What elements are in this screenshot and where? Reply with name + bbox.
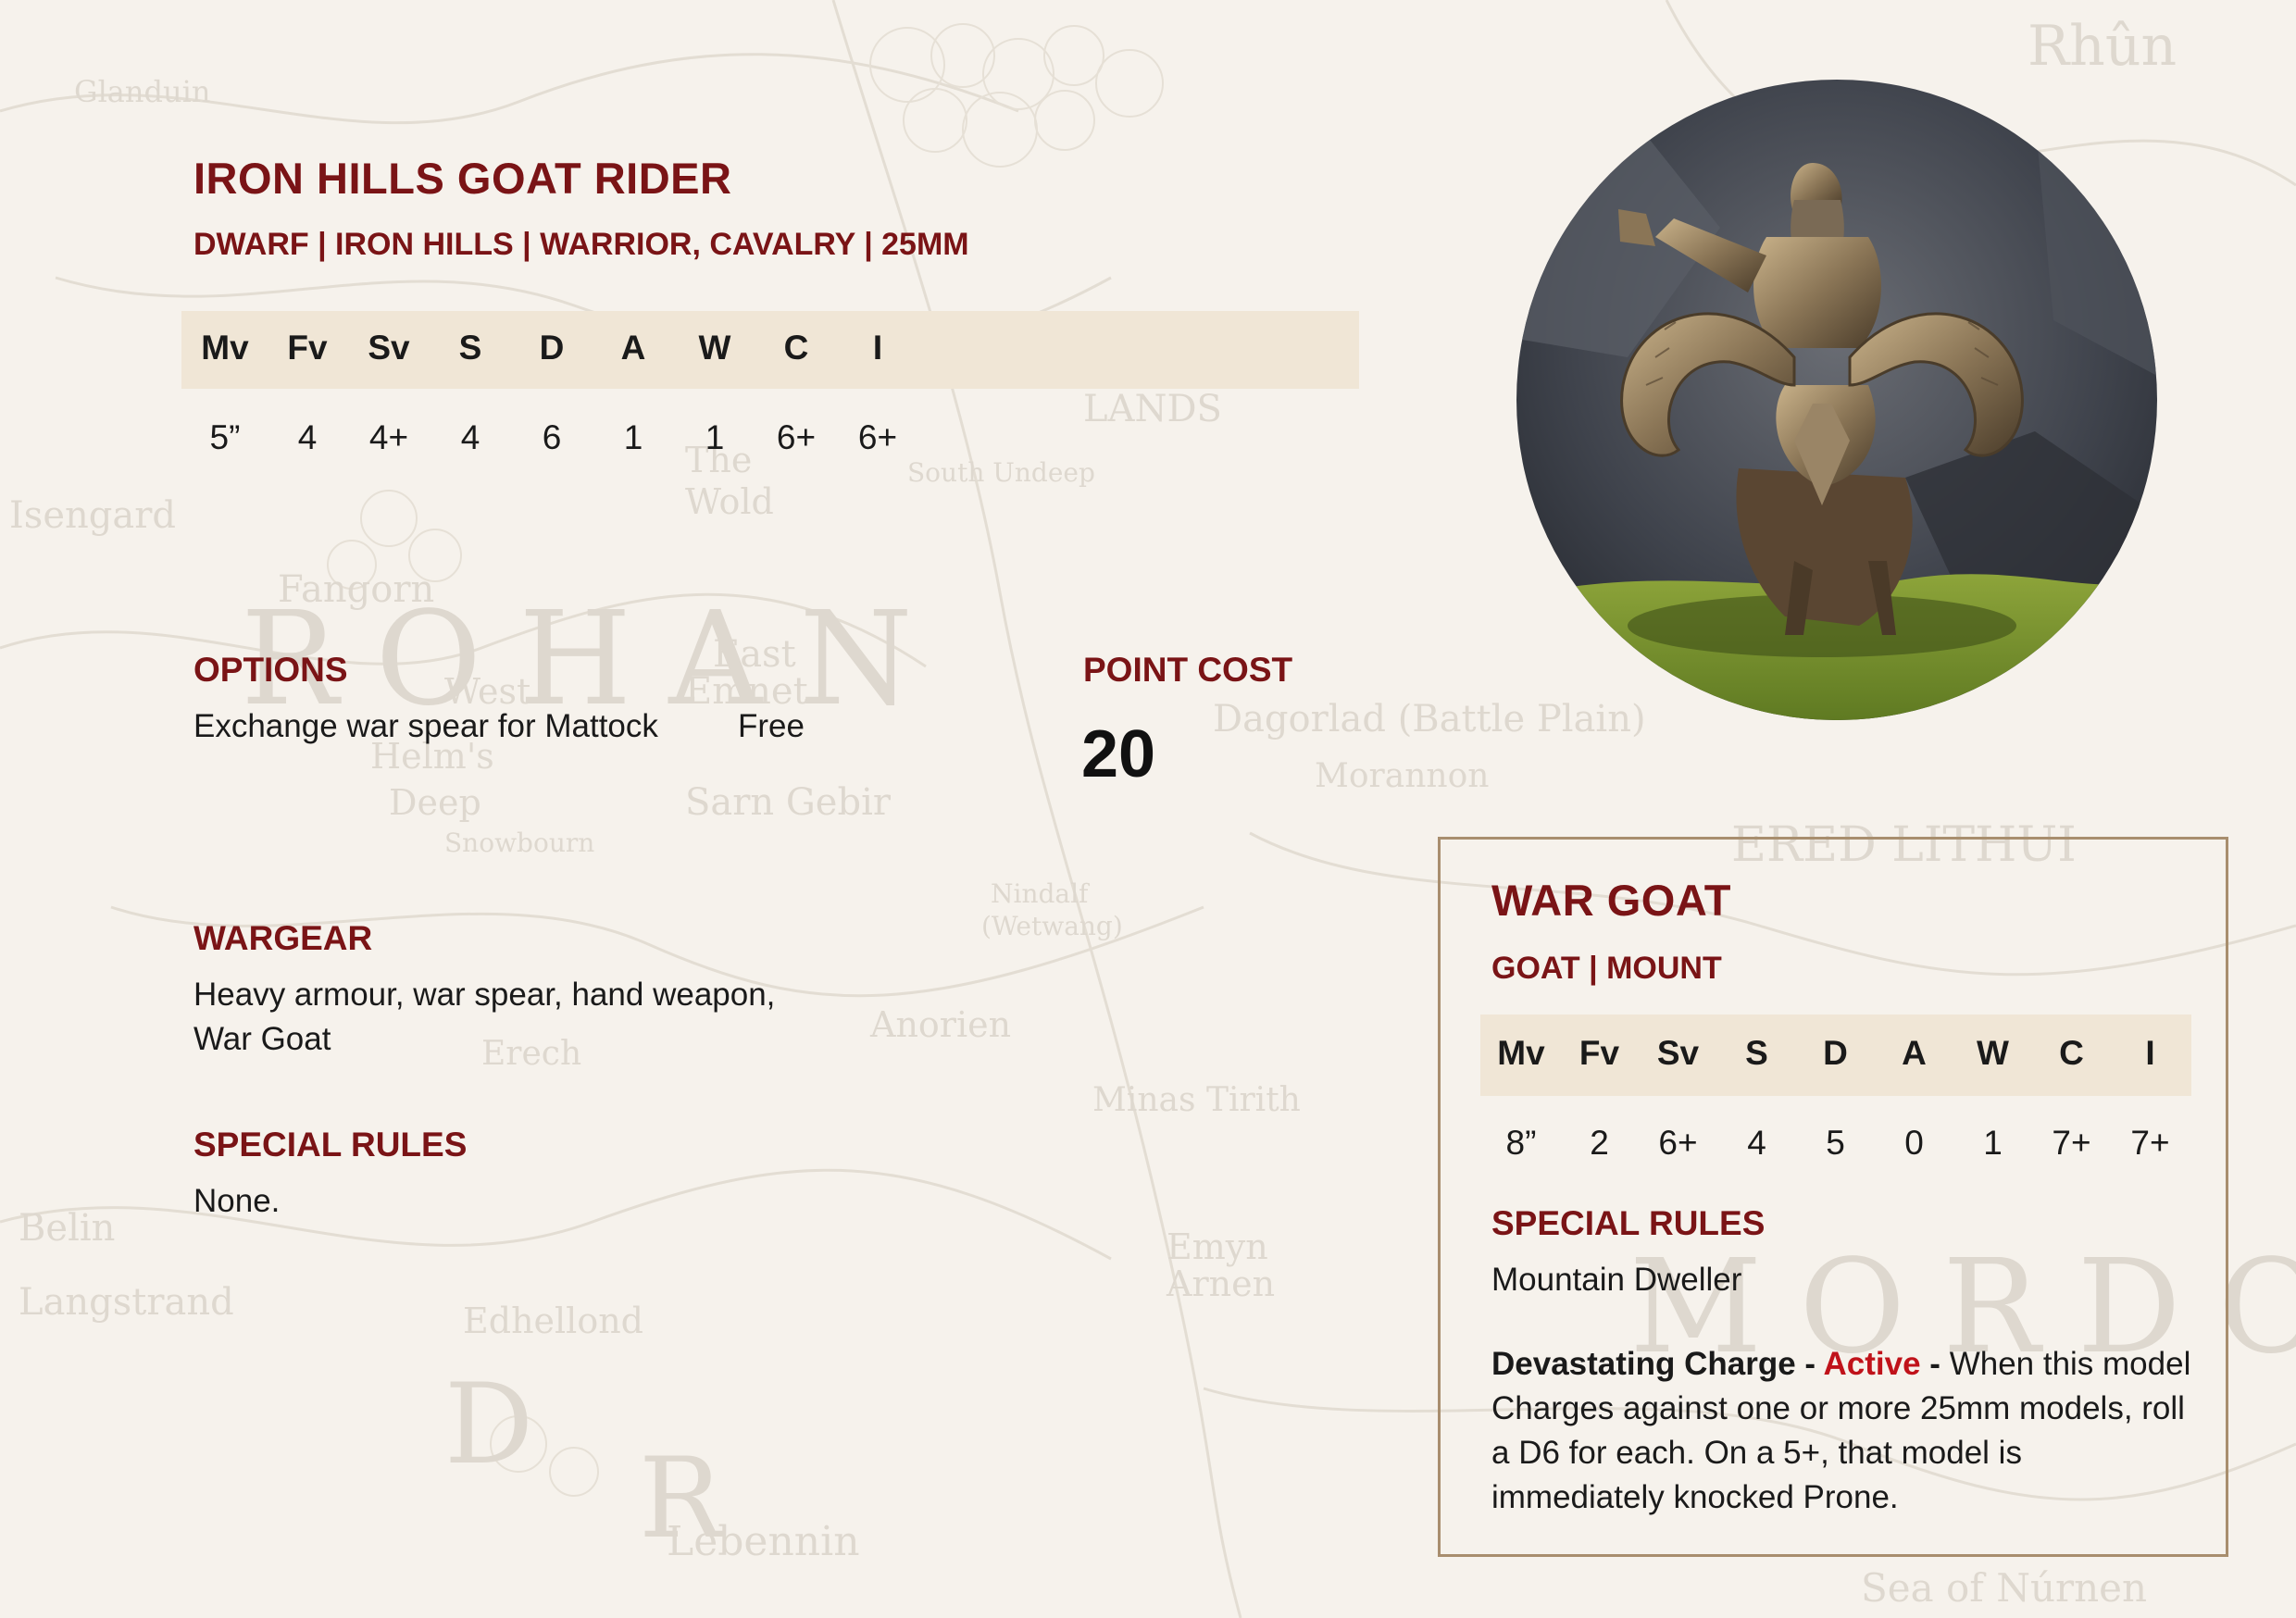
unit-stat-values: 5” 4 4+ 4 6 1 1 6+ 6+ [183,418,918,457]
svg-text:Rhûn: Rhûn [2028,14,2177,79]
svg-text:Sea of Núrnen: Sea of Núrnen [1861,1565,2147,1611]
stat-header: C [2059,1034,2084,1072]
rule-separator: - [1920,1346,1950,1382]
special-rules-text: None. [193,1183,281,1219]
stat-value: 0 [1904,1124,1924,1162]
svg-text:R: R [639,1435,726,1563]
wargear-line-1: Heavy armour, war spear, hand weapon, [193,977,776,1013]
mount-name: WAR GOAT [1491,876,1731,925]
svg-text:South Undeep: South Undeep [907,457,1095,488]
stat-header: D [1823,1034,1848,1072]
wargear-line-2: War Goat [193,1021,331,1057]
stat-header: A [1902,1034,1927,1072]
stat-header: D [539,329,565,367]
stat-value: 7+ [2052,1124,2091,1162]
stat-header: C [783,329,809,367]
svg-text:Belin: Belin [19,1207,115,1250]
stat-value: 4 [460,418,480,456]
stat-header: Fv [1578,1034,1620,1072]
svg-text:Dagorlad (Battle Plain): Dagorlad (Battle Plain) [1213,698,1646,741]
svg-text:D: D [444,1361,533,1489]
stat-value: 4 [1747,1124,1766,1162]
stat-header: W [1977,1034,2009,1072]
stat-header: I [872,329,883,367]
unit-stat-headers: Mv Fv Sv S D A W C I [183,329,918,367]
option-item: Exchange war spear for Mattock [193,704,658,749]
stat-value: 4+ [368,418,409,456]
mount-rule-mountain-dweller: Mountain Dweller [1491,1262,1742,1298]
stat-value: 2 [1590,1124,1609,1162]
stat-value: 1 [705,418,725,456]
option-text: Exchange war spear for Mattock [193,708,658,744]
stat-value: 5 [1826,1124,1845,1162]
stat-header: W [698,329,731,367]
svg-text:Erech: Erech [481,1035,581,1073]
unit-name: IRON HILLS GOAT RIDER [193,154,732,203]
svg-text:Minas Tirith: Minas Tirith [1092,1081,1301,1119]
svg-text:(Wetwang): (Wetwang) [981,911,1123,941]
unit-keywords: DWARF | IRON HILLS | WARRIOR, CAVALRY | … [193,227,969,262]
stat-value: 4 [297,418,318,456]
svg-text:Edhellond: Edhellond [463,1301,643,1341]
stat-header: Mv [1497,1034,1545,1072]
svg-text:Nindalf: Nindalf [991,878,1091,909]
svg-text:Morannon: Morannon [1315,757,1489,795]
svg-text:Sarn Gebir: Sarn Gebir [685,781,892,824]
option-cost: Free [738,708,805,744]
stat-value: 6 [542,418,562,456]
stat-value: 6+ [857,418,898,456]
stat-header: A [620,329,646,367]
svg-text:Wold: Wold [685,481,774,522]
point-cost-value: 20 [1081,717,1156,791]
stat-header: Fv [287,329,328,367]
stat-value: 5” [209,418,241,456]
stat-header: Sv [1656,1034,1700,1072]
stat-header: S [458,329,482,367]
rule-type-active: Active [1823,1346,1921,1382]
svg-text:Isengard: Isengard [9,494,176,537]
options-heading: OPTIONS [193,651,348,689]
point-cost-heading: POINT COST [1083,651,1293,689]
mount-rule-devastating-charge: Devastating Charge - Active - When this … [1491,1342,2195,1520]
svg-text:Glanduin: Glanduin [74,74,210,109]
svg-text:Anorien: Anorien [869,1004,1011,1045]
stat-header: Sv [368,329,410,367]
stat-value: 7+ [2130,1124,2170,1162]
svg-text:Arnen: Arnen [1166,1263,1275,1304]
wargear-heading: WARGEAR [193,919,373,957]
stat-value: 6+ [776,418,817,456]
rule-name: Devastating Charge - [1491,1346,1824,1382]
svg-text:Snowbourn: Snowbourn [444,828,594,858]
svg-text:Emyn: Emyn [1167,1226,1268,1267]
mount-stat-headers: Mv Fv Sv S D A W C I [1482,1034,2190,1073]
stat-value: 6+ [1658,1124,1698,1162]
stat-header: S [1745,1034,1768,1072]
stat-header: I [2145,1034,2155,1072]
mount-keywords: GOAT | MOUNT [1491,951,1722,986]
mount-stat-values: 8” 2 6+ 4 5 0 1 7+ 7+ [1482,1124,2190,1163]
svg-text:Langstrand: Langstrand [19,1281,234,1324]
stat-value: 1 [623,418,643,456]
special-rules-heading: SPECIAL RULES [193,1126,468,1164]
stat-value: 1 [1983,1124,2003,1162]
stat-header: Mv [201,329,249,367]
dwarf-goat-rider-miniature-icon [1516,80,2157,720]
svg-text:LANDS: LANDS [1083,388,1222,430]
stat-value: 8” [1505,1124,1537,1162]
svg-text:Deep: Deep [389,782,481,823]
mount-special-rules-heading: SPECIAL RULES [1491,1204,1766,1242]
